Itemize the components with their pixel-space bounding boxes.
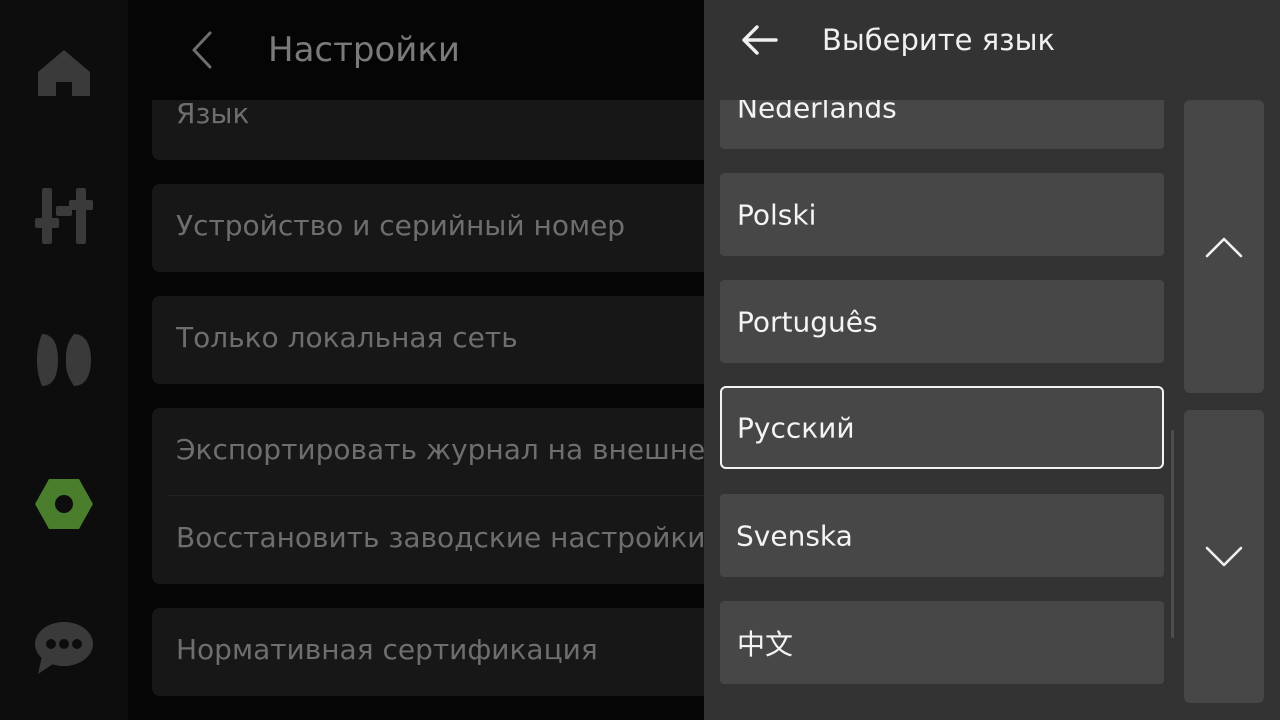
page-down-button[interactable] <box>1184 410 1264 703</box>
scrollbar[interactable] <box>1171 430 1174 638</box>
back-button[interactable] <box>180 26 224 74</box>
settings-row-device[interactable]: Устройство и серийный номер <box>152 184 704 272</box>
home-icon <box>38 50 90 96</box>
chat-icon <box>35 622 93 674</box>
page-up-button[interactable] <box>1184 100 1264 393</box>
language-option-russian-selected[interactable]: Русский <box>720 386 1164 469</box>
settings-row-local-network[interactable]: Только локальная сеть <box>152 296 704 384</box>
settings-header: Настройки <box>128 0 704 100</box>
language-option-svenska[interactable]: Svenska <box>720 494 1164 577</box>
chevron-left-icon <box>192 31 212 69</box>
drawer-title: Выберите язык <box>822 23 1056 57</box>
language-label: Português <box>737 305 878 338</box>
language-picker-drawer: Выберите язык Nederlands Polski Portuguê… <box>704 0 1280 720</box>
page-title: Настройки <box>268 30 461 70</box>
nav-home-button[interactable] <box>24 32 104 112</box>
sliders-icon <box>35 188 93 244</box>
arrow-left-icon <box>742 25 778 55</box>
language-label: Nederlands <box>737 100 897 124</box>
settings-row-export-log[interactable]: Экспортировать журнал на внешнее <box>152 408 704 496</box>
settings-group-maintenance: Экспортировать журнал на внешнее Восстан… <box>152 408 704 584</box>
close-drawer-button[interactable] <box>736 18 784 62</box>
chevron-down-icon <box>1205 546 1243 566</box>
language-option-polski[interactable]: Polski <box>720 173 1164 256</box>
speakers-icon <box>37 334 91 386</box>
nav-messages-button[interactable] <box>24 608 104 688</box>
settings-row-label: Восстановить заводские настройки <box>176 521 704 554</box>
settings-row-label: Устройство и серийный номер <box>176 209 626 242</box>
language-option-portugues[interactable]: Português <box>720 280 1164 363</box>
settings-row-label: Экспортировать журнал на внешнее <box>176 433 704 466</box>
settings-row-factory-reset[interactable]: Восстановить заводские настройки <box>152 496 704 584</box>
settings-icon <box>35 479 93 529</box>
nav-rail <box>0 0 128 720</box>
settings-row-label: Язык <box>176 97 250 130</box>
nav-speakers-button[interactable] <box>24 320 104 400</box>
settings-row-label: Нормативная сертификация <box>176 633 598 666</box>
language-label: Polski <box>737 198 817 231</box>
settings-panel: Язык Устройство и серийный номер Только … <box>128 0 704 720</box>
language-label: 中文 <box>737 627 794 661</box>
language-option-chinese[interactable]: 中文 <box>720 601 1164 684</box>
language-label: Русский <box>737 411 855 444</box>
settings-row-certification[interactable]: Нормативная сертификация <box>152 608 704 696</box>
nav-settings-button[interactable] <box>24 464 104 544</box>
nav-controls-button[interactable] <box>24 176 104 256</box>
language-list[interactable]: Nederlands Polski Português Русский Sven… <box>720 100 1164 720</box>
language-option-nederlands[interactable]: Nederlands <box>720 100 1164 149</box>
chevron-up-icon <box>1205 237 1243 257</box>
language-label: Svenska <box>736 519 853 552</box>
settings-row-label: Только локальная сеть <box>176 321 518 354</box>
